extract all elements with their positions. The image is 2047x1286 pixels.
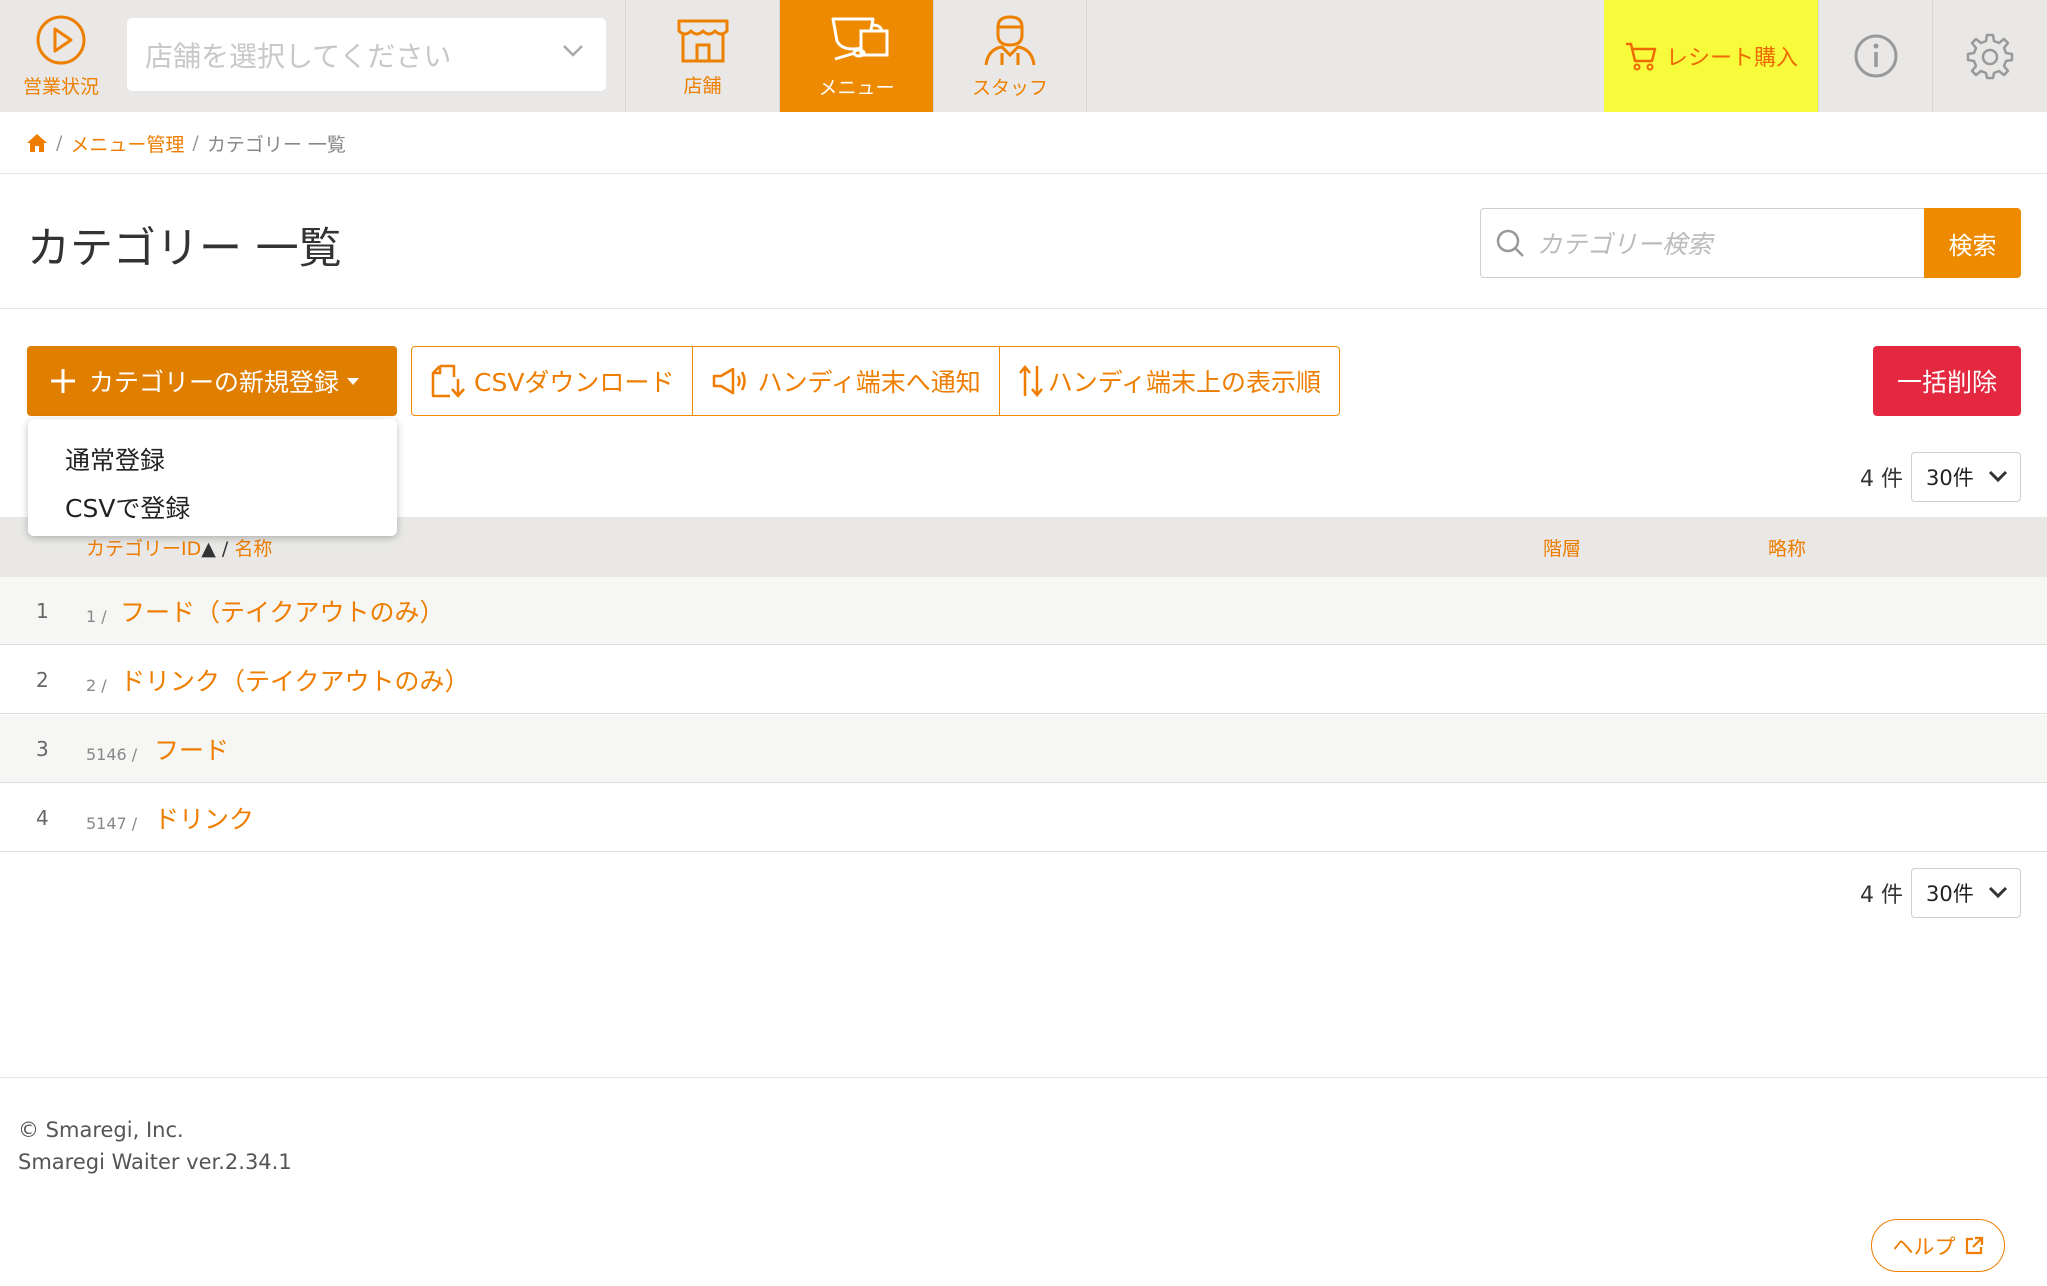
store-select-placeholder: 店舗を選択してください	[145, 39, 452, 73]
tab-menu-label: メニュー	[818, 76, 895, 99]
header-category-id: カテゴリーID	[86, 538, 202, 560]
page-title: カテゴリー 一覧	[27, 224, 342, 274]
store-select[interactable]: 店舗を選択してください	[127, 18, 606, 91]
display-order-button[interactable]: ハンディ端末上の表示順	[1000, 347, 1339, 415]
breadcrumb: / メニュー管理 / カテゴリー 一覧	[26, 128, 346, 158]
search-input[interactable]: カテゴリー検索	[1480, 208, 1926, 278]
table-row: 2 2 / ドリンク（テイクアウトのみ）	[0, 646, 2047, 714]
home-icon[interactable]	[26, 133, 48, 153]
breadcrumb-separator: /	[56, 132, 63, 154]
row-category-id: 5147 /	[86, 814, 138, 833]
row-category-name[interactable]: ドリンク（テイクアウトのみ）	[120, 662, 470, 698]
new-category-dropdown: 通常登録 CSVで登録	[28, 419, 397, 536]
action-button-group: CSVダウンロード ハンディ端末へ通知 ハンディ端末上の表示順	[411, 346, 1340, 416]
per-page-value: 30件	[1926, 466, 1974, 490]
search-icon	[1496, 229, 1524, 257]
table-row: 3 5146 / フード	[0, 715, 2047, 783]
breadcrumb-current: カテゴリー 一覧	[206, 133, 346, 156]
result-count: 4 件	[1860, 467, 1903, 492]
receipt-purchase-label: レシート購入	[1665, 46, 1798, 71]
row-number: 2	[36, 668, 49, 692]
plus-icon	[51, 369, 75, 393]
row-number: 1	[36, 599, 49, 623]
row-category-name[interactable]: ドリンク	[154, 800, 254, 836]
breadcrumb-separator: /	[192, 132, 199, 154]
row-category-id: 1 /	[86, 607, 107, 626]
breadcrumb-menu-management[interactable]: メニュー管理	[70, 130, 184, 157]
row-number: 4	[36, 806, 49, 830]
tab-store[interactable]: 店舗	[625, 0, 779, 112]
bulk-delete-button[interactable]: 一括削除	[1873, 346, 2021, 416]
header-level[interactable]: 階層	[1543, 534, 1581, 561]
tab-store-label: 店舗	[683, 74, 722, 97]
new-category-label: カテゴリーの新規登録	[89, 368, 340, 397]
per-page-value: 30件	[1926, 882, 1974, 906]
divider	[0, 173, 2047, 174]
help-button[interactable]: ヘルプ	[1871, 1219, 2005, 1272]
display-order-label: ハンディ端末上の表示順	[1047, 368, 1321, 397]
header-abbreviation[interactable]: 略称	[1768, 534, 1806, 561]
row-category-name[interactable]: フード（テイクアウトのみ）	[120, 593, 445, 629]
divider	[0, 1077, 2047, 1078]
receipt-purchase-button[interactable]: レシート購入	[1604, 0, 1818, 112]
row-category-id: 5146 /	[86, 745, 138, 764]
search-placeholder: カテゴリー検索	[1537, 230, 1713, 259]
header-category-id-name[interactable]: カテゴリーID▲ / 名称	[86, 534, 272, 561]
info-icon	[1854, 34, 1897, 78]
tab-menu[interactable]: メニュー	[779, 0, 933, 112]
chevron-down-icon	[563, 45, 583, 57]
notify-handy-label: ハンディ端末へ通知	[757, 368, 981, 397]
store-icon	[677, 19, 728, 62]
caret-down-icon	[347, 377, 360, 385]
header-separator: /	[221, 538, 229, 560]
help-label: ヘルプ	[1892, 1234, 1956, 1259]
staff-icon	[984, 14, 1036, 65]
top-navigation: 営業状況 店舗を選択してください 店舗 メニュー スタッフ レシート購入	[0, 0, 2047, 112]
file-download-icon	[431, 364, 465, 398]
csv-download-label: CSVダウンロード	[474, 368, 675, 397]
dropdown-item-csv[interactable]: CSVで登録	[28, 483, 397, 531]
business-status-button[interactable]: 営業状況	[0, 0, 122, 112]
play-circle-icon	[36, 15, 86, 64]
tab-staff-label: スタッフ	[971, 76, 1048, 99]
tab-staff[interactable]: スタッフ	[933, 0, 1087, 112]
per-page-select[interactable]: 30件	[1911, 452, 2021, 502]
app-version: Smaregi Waiter ver.2.34.1	[18, 1150, 292, 1174]
info-button[interactable]	[1818, 0, 1932, 112]
dropdown-item-normal[interactable]: 通常登録	[28, 435, 397, 483]
cafe-menu-icon	[831, 17, 888, 60]
gear-icon	[1966, 33, 2013, 80]
category-search: カテゴリー検索 検索	[1480, 208, 2021, 278]
new-category-button[interactable]: カテゴリーの新規登録	[27, 346, 397, 416]
row-number: 3	[36, 737, 49, 761]
chevron-down-icon	[1988, 886, 2008, 899]
pager-top: 4 件 30件	[1860, 452, 2021, 502]
sort-asc-icon: ▲	[201, 538, 216, 560]
settings-button[interactable]	[1932, 0, 2046, 112]
result-count: 4 件	[1860, 883, 1903, 908]
megaphone-icon	[713, 367, 747, 395]
per-page-select[interactable]: 30件	[1911, 868, 2021, 918]
cart-icon	[1625, 42, 1657, 71]
search-button[interactable]: 検索	[1924, 208, 2021, 278]
chevron-down-icon	[1988, 470, 2008, 483]
csv-download-button[interactable]: CSVダウンロード	[412, 347, 694, 415]
sort-arrows-icon	[1018, 365, 1043, 397]
notify-handy-button[interactable]: ハンディ端末へ通知	[693, 347, 1000, 415]
external-link-icon	[1965, 1236, 1983, 1254]
table-row: 4 5147 / ドリンク	[0, 784, 2047, 852]
header-name: 名称	[234, 538, 273, 560]
copyright: © Smaregi, Inc.	[18, 1118, 184, 1142]
business-status-label: 営業状況	[22, 75, 99, 98]
row-category-name[interactable]: フード	[154, 731, 229, 767]
row-category-id: 2 /	[86, 676, 107, 695]
divider	[0, 308, 2047, 309]
table-row: 1 1 / フード（テイクアウトのみ）	[0, 577, 2047, 645]
pager-bottom: 4 件 30件	[1860, 868, 2021, 918]
